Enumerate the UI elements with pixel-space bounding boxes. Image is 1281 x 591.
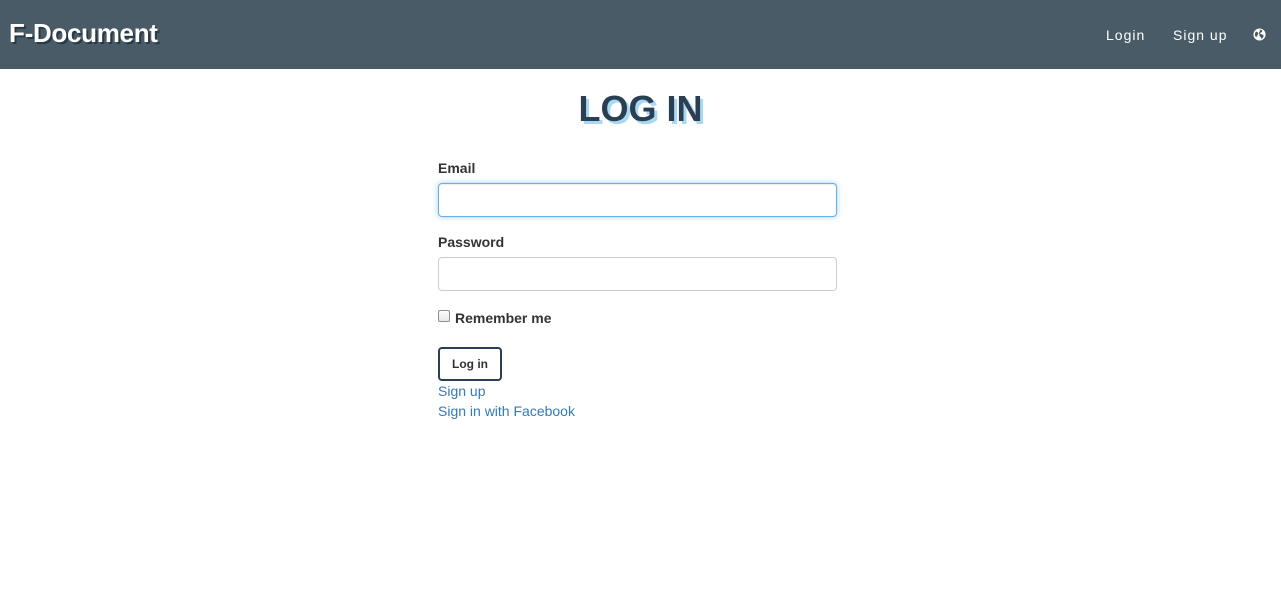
facebook-signin-link[interactable]: Sign in with Facebook: [438, 401, 575, 421]
password-label: Password: [438, 234, 505, 250]
nav-login-link[interactable]: Login: [1106, 26, 1145, 44]
login-button[interactable]: Log in: [438, 347, 502, 381]
email-label: Email: [438, 160, 476, 176]
remember-me-label[interactable]: Remember me: [455, 309, 552, 327]
nav-signup-link[interactable]: Sign up: [1173, 26, 1227, 44]
email-input[interactable]: [438, 183, 837, 217]
globe-icon[interactable]: [1253, 28, 1266, 41]
brand-logo-link[interactable]: F-Document: [9, 16, 158, 50]
page-title: LOG IN: [578, 88, 703, 129]
password-input[interactable]: [438, 257, 837, 291]
signup-link[interactable]: Sign up: [438, 381, 485, 401]
top-navbar: F-Document Login Sign up: [0, 0, 1281, 69]
remember-me-checkbox[interactable]: [438, 310, 450, 322]
